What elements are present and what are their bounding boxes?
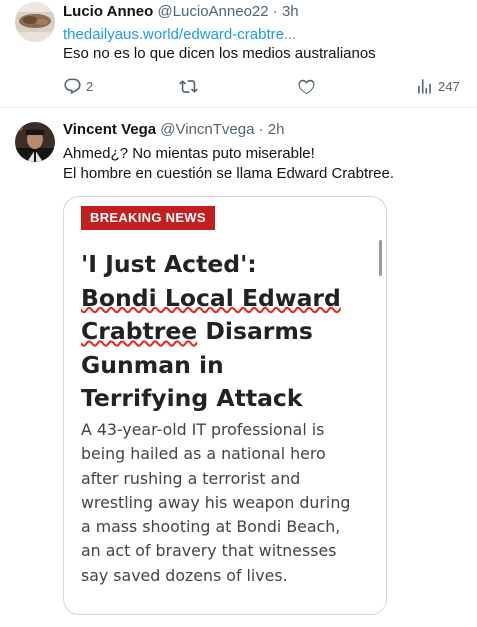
tweet-vincent[interactable]: Vincent Vega @VincnTvega · 2h Ahmed¿? No… — [0, 108, 477, 627]
views-icon — [415, 77, 434, 96]
headline-underlined-name: Crabtree — [81, 317, 198, 345]
author-handle[interactable]: @LucioAnneo22 — [157, 3, 268, 20]
breaking-news-badge: BREAKING NEWS — [81, 206, 215, 230]
tweet-lucio[interactable]: Lucio Anneo @LucioAnneo22 · 3h thedailya… — [0, 0, 477, 108]
headline-line: 'I Just Acted': — [81, 250, 257, 278]
article-headline: 'I Just Acted': Bondi Local Edward Crabt… — [81, 248, 381, 416]
avatar-vincent[interactable] — [15, 122, 55, 162]
card-scrollbar[interactable] — [379, 240, 382, 276]
timestamp[interactable]: 2h — [268, 121, 285, 138]
timestamp[interactable]: 3h — [282, 3, 299, 20]
views-button[interactable]: 247 — [415, 77, 460, 96]
author-name[interactable]: Lucio Anneo — [63, 3, 153, 20]
separator-dot: · — [258, 121, 264, 138]
body-line: being hailed as a national hero — [81, 444, 326, 464]
tweet-text: Eso no es lo que dicen los medios austra… — [63, 45, 376, 62]
retweet-button[interactable] — [179, 77, 198, 96]
article-body: A 43-year-old IT professional is being h… — [81, 418, 376, 588]
reply-icon — [63, 77, 82, 96]
author-name[interactable]: Vincent Vega — [63, 121, 156, 138]
tweet-header: Lucio Anneo @LucioAnneo22 · 3h — [63, 2, 299, 22]
tweet-link[interactable]: thedailyaus.world/edward-crabtre... — [63, 25, 296, 45]
body-line: an act of bravery that witnesses — [81, 541, 337, 561]
body-line: after rushing a terrorist and — [81, 468, 301, 488]
tweet-text-line: El hombre en cuestión se llama Edward Cr… — [63, 165, 394, 182]
tweet-actions: 2 247 — [63, 77, 463, 99]
body-line: a mass shooting at Bondi Beach, — [81, 517, 341, 537]
retweet-icon — [179, 77, 198, 96]
body-line: say saved dozens of lives. — [81, 565, 288, 585]
like-icon — [297, 77, 316, 96]
headline-line: Terrifying Attack — [81, 384, 303, 412]
headline-line: Gunman in — [81, 350, 224, 379]
reply-count: 2 — [86, 79, 94, 94]
body-line: A 43-year-old IT professional is — [81, 420, 325, 439]
tweet-text-line: Ahmed¿? No mientas puto miserable! — [63, 145, 315, 162]
headline-line-rest: Disarms — [197, 317, 313, 345]
like-button[interactable] — [297, 77, 316, 96]
article-image-card[interactable]: BREAKING NEWS 'I Just Acted': Bondi Loca… — [63, 196, 387, 615]
views-count: 247 — [438, 79, 460, 94]
body-line: wrestling away his weapon during — [81, 492, 351, 512]
headline-line: Crabtree Disarms — [81, 315, 381, 349]
author-handle[interactable]: @VincnTvega — [160, 121, 254, 138]
tweet-header: Vincent Vega @VincnTvega · 2h — [63, 120, 284, 140]
separator-dot: · — [272, 3, 278, 20]
avatar-lucio[interactable] — [15, 2, 55, 42]
reply-button[interactable]: 2 — [63, 77, 93, 96]
headline-line: Bondi Local Edward — [81, 283, 341, 312]
